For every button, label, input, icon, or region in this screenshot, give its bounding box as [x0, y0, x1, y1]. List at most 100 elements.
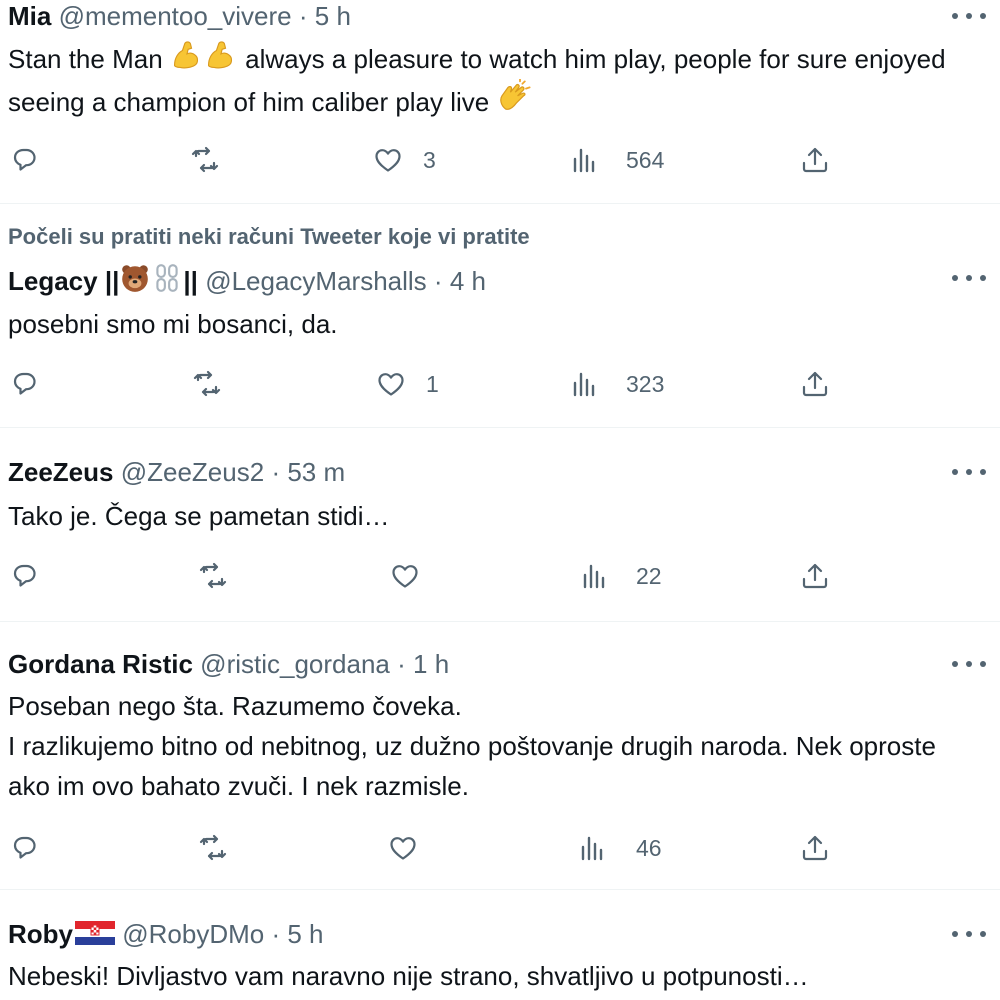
tweet[interactable]: Mia @mementoo_vivere · 5 h Stan the Man …: [0, 0, 1000, 204]
action-bar: 3 564: [0, 140, 1000, 180]
like-button[interactable]: 3: [373, 140, 436, 180]
views-icon: [573, 148, 595, 173]
views-button[interactable]: 22: [580, 556, 662, 596]
reply-icon: [13, 836, 36, 859]
tweet-header: Gordana Ristic @ristic_gordana · 1 h: [8, 648, 449, 680]
like-icon: [392, 565, 418, 588]
more-icon[interactable]: [952, 10, 986, 22]
action-bar: 46: [0, 828, 1000, 868]
tweet-text: Nebeski! Divljastvo vam naravno nije str…: [8, 961, 809, 991]
reply-icon: [13, 564, 36, 587]
author-handle[interactable]: @RobyDMo: [122, 919, 264, 949]
tweet-text-part: Stan the Man: [8, 44, 170, 74]
author-name[interactable]: ZeeZeus: [8, 457, 114, 487]
tweet-header: Roby @RobyDMo · 5 h: [8, 918, 324, 950]
share-button[interactable]: [800, 828, 830, 868]
author-handle[interactable]: @LegacyMarshalls: [205, 266, 426, 296]
action-bar: 1 323: [0, 364, 1000, 404]
tweet[interactable]: ZeeZeus @ZeeZeus2 · 53 m Tako je. Čega s…: [0, 428, 1000, 622]
more-icon[interactable]: [952, 658, 986, 670]
reply-button[interactable]: [10, 828, 40, 868]
like-icon: [375, 149, 401, 172]
reply-button[interactable]: [10, 140, 40, 180]
tweet-text: Tako je. Čega se pametan stidi…: [8, 501, 390, 531]
separator: ·: [271, 457, 281, 487]
like-icon: [378, 373, 404, 396]
social-context: Počeli su pratiti neki računi Tweeter ko…: [8, 224, 530, 249]
separator: ·: [298, 1, 308, 31]
views-icon: [573, 372, 595, 397]
tweet-header: Mia @mementoo_vivere · 5 h: [8, 0, 351, 32]
views-count: 46: [636, 834, 662, 861]
like-button[interactable]: [388, 828, 418, 868]
tweet-header: Legacy || || @LegacyMarshalls · 4 h: [8, 262, 486, 297]
reply-icon: [13, 372, 36, 395]
author-name-part: ||: [183, 266, 198, 296]
retweet-icon: [193, 370, 221, 397]
tweet-header: ZeeZeus @ZeeZeus2 · 53 m: [8, 456, 345, 488]
author-name-part: Roby: [8, 919, 73, 949]
reply-button[interactable]: [10, 556, 40, 596]
author-handle[interactable]: @ZeeZeus2: [121, 457, 264, 487]
like-button[interactable]: 1: [376, 364, 439, 404]
retweet-icon: [199, 834, 227, 861]
retweet-icon: [191, 146, 219, 173]
retweet-button[interactable]: [192, 364, 222, 404]
retweet-button[interactable]: [198, 556, 228, 596]
author-handle[interactable]: @ristic_gordana: [200, 649, 390, 679]
author-name[interactable]: Roby: [8, 919, 115, 949]
timestamp[interactable]: 5 h: [287, 919, 323, 949]
flexed-biceps-emoji: [173, 41, 198, 69]
retweet-button[interactable]: [198, 828, 228, 868]
author-name[interactable]: Mia: [8, 1, 51, 31]
tweet[interactable]: Roby @RobyDMo · 5 h Nebeski! Divljastvo …: [0, 890, 1000, 1000]
author-name[interactable]: Legacy || ||: [8, 264, 198, 296]
reply-icon: [13, 148, 36, 171]
share-icon: [802, 563, 828, 589]
timestamp[interactable]: 1 h: [413, 649, 449, 679]
views-button[interactable]: 46: [578, 828, 662, 868]
croatia-flag: [75, 921, 115, 945]
author-name-part: Legacy ||: [8, 266, 120, 296]
flexed-biceps-emoji: [207, 41, 232, 69]
share-icon: [802, 835, 828, 861]
bear-emoji: [122, 265, 149, 292]
share-button[interactable]: [800, 140, 830, 180]
views-icon: [581, 836, 603, 861]
like-button[interactable]: [390, 556, 420, 596]
separator: ·: [433, 266, 443, 296]
more-icon[interactable]: [952, 928, 986, 940]
more-icon[interactable]: [952, 272, 986, 284]
share-button[interactable]: [800, 364, 830, 404]
like-count: 1: [426, 370, 439, 397]
tweet-text: Stan the Man always a pleasure to watch …: [8, 38, 980, 122]
chain-emoji: [156, 264, 179, 292]
tweet-text: Poseban nego šta. Razumemo čoveka. I raz…: [8, 691, 936, 801]
more-icon[interactable]: [952, 466, 986, 478]
author-name[interactable]: Gordana Ristic: [8, 649, 193, 679]
author-handle[interactable]: @mementoo_vivere: [59, 1, 292, 31]
like-icon: [390, 837, 416, 860]
share-button[interactable]: [800, 556, 830, 596]
views-count: 564: [626, 146, 665, 173]
views-count: 323: [626, 370, 665, 397]
clapping-hands-emoji: [500, 79, 531, 111]
timestamp[interactable]: 53 m: [287, 457, 345, 487]
timestamp[interactable]: 5 h: [315, 1, 351, 31]
separator: ·: [397, 649, 406, 679]
action-bar: 22: [0, 556, 1000, 596]
retweet-button[interactable]: [190, 140, 220, 180]
tweet[interactable]: Počeli su pratiti neki računi Tweeter ko…: [0, 204, 1000, 428]
views-icon: [583, 564, 605, 589]
share-icon: [802, 147, 828, 173]
tweet-text: posebni smo mi bosanci, da.: [8, 309, 338, 339]
like-count: 3: [423, 146, 436, 173]
tweet[interactable]: Gordana Ristic @ristic_gordana · 1 h Pos…: [0, 622, 1000, 890]
reply-button[interactable]: [10, 364, 40, 404]
views-button[interactable]: 323: [570, 364, 664, 404]
timestamp[interactable]: 4 h: [450, 266, 486, 296]
separator: ·: [271, 919, 281, 949]
retweet-icon: [199, 562, 227, 589]
share-icon: [802, 371, 828, 397]
views-button[interactable]: 564: [570, 140, 664, 180]
